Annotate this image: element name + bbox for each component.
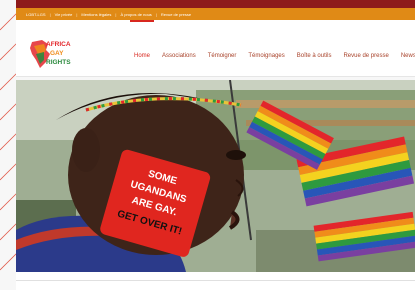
logo-text-gay: GAY xyxy=(50,50,64,57)
topbar-link-privacy[interactable]: Vie privée xyxy=(55,12,73,17)
logo-text-africa: AFRICA xyxy=(46,41,71,48)
topbar-separator: | xyxy=(155,11,157,17)
nav-associations[interactable]: Associations xyxy=(156,42,202,70)
top-link-bar: LGBT-LGS | Vie privée | Mentions légales… xyxy=(16,8,415,20)
hero-illustration: SOME UGANDANS ARE GAY. GET OVER IT! xyxy=(16,80,415,272)
hero-photo: SOME UGANDANS ARE GAY. GET OVER IT! xyxy=(16,80,415,272)
nav-boite-a-outils[interactable]: Boîte à outils xyxy=(291,42,338,70)
site-logo[interactable]: AFRICA GAY RIGHTS xyxy=(26,36,82,70)
nav-temoignages[interactable]: Témoignages xyxy=(242,42,290,70)
topbar-separator: | xyxy=(49,11,51,17)
topbar-link-about[interactable]: À propos de nous xyxy=(120,12,151,17)
topbar-separator: | xyxy=(115,11,117,17)
nav-temoigner[interactable]: Témoigner xyxy=(202,42,243,70)
content-area xyxy=(16,272,415,290)
topbar-link-legal[interactable]: Mentions légales xyxy=(81,12,111,17)
topbar-link-lgbt[interactable]: LGBT-LGS xyxy=(26,12,46,17)
nav-news[interactable]: News xyxy=(395,42,415,70)
main-nav: Home Associations Témoigner Témoignages … xyxy=(128,20,415,70)
logo-text-rights: RIGHTS xyxy=(46,59,71,66)
divider xyxy=(16,280,415,281)
top-strip xyxy=(16,0,415,8)
nav-home[interactable]: Home xyxy=(128,20,156,70)
topbar-link-press[interactable]: Revue de presse xyxy=(161,12,191,17)
site-header: AFRICA GAY RIGHTS Home Associations Témo… xyxy=(16,20,415,77)
topbar-separator: | xyxy=(76,11,78,17)
nav-revue-de-presse[interactable]: Revue de presse xyxy=(337,42,394,70)
